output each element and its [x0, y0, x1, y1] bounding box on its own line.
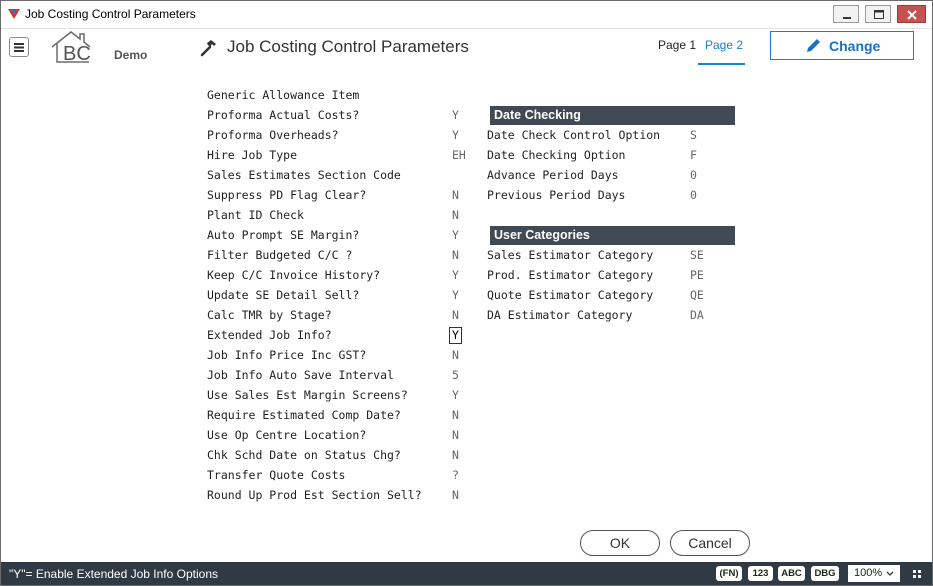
change-button[interactable]: Change: [770, 31, 914, 60]
param-value[interactable]: Y: [452, 268, 459, 282]
logo-letter-b: BC: [63, 43, 91, 65]
minimize-button[interactable]: [833, 5, 859, 23]
param-value[interactable]: 5: [452, 368, 459, 382]
app-logo-icon: [8, 9, 20, 19]
close-button[interactable]: [897, 5, 926, 23]
close-icon: [907, 10, 917, 20]
hamburger-icon: [14, 43, 24, 52]
chevron-down-icon: [886, 571, 894, 576]
param-label: Update SE Detail Sell?: [207, 288, 360, 302]
ok-button[interactable]: OK: [580, 530, 660, 556]
date-check-value[interactable]: F: [690, 148, 697, 162]
window-title: Job Costing Control Parameters: [25, 7, 196, 21]
param-value[interactable]: ?: [452, 468, 459, 482]
bc-logo: BC: [51, 31, 91, 65]
numeric-key-indicator[interactable]: 123: [748, 566, 773, 581]
status-message: "Y"= Enable Extended Job Info Options: [9, 567, 218, 581]
param-label: Plant ID Check: [207, 208, 304, 222]
param-value[interactable]: N: [452, 488, 459, 502]
debug-key-indicator[interactable]: DBG: [811, 566, 839, 581]
tab-page-1[interactable]: Page 1: [658, 38, 696, 52]
tab-page-2[interactable]: Page 2: [705, 38, 743, 52]
param-value[interactable]: N: [452, 348, 459, 362]
param-label: Round Up Prod Est Section Sell?: [207, 488, 422, 502]
param-label: Use Sales Est Margin Screens?: [207, 388, 408, 402]
param-value[interactable]: Y: [449, 327, 462, 344]
date-check-label: Previous Period Days: [487, 188, 626, 202]
pencil-icon: [807, 39, 820, 52]
maximize-button[interactable]: [865, 5, 891, 23]
date-check-value[interactable]: S: [690, 128, 697, 142]
param-label: Hire Job Type: [207, 148, 298, 162]
param-value[interactable]: Y: [452, 108, 459, 122]
user-categories-header: User Categories: [490, 226, 735, 245]
param-label: Calc TMR by Stage?: [207, 308, 332, 322]
hammer-icon: [200, 40, 216, 57]
title-bar: Job Costing Control Parameters: [1, 1, 932, 29]
param-label: Generic Allowance Item: [207, 88, 360, 102]
minimize-icon: [843, 17, 851, 19]
param-label: Job Info Auto Save Interval: [207, 368, 394, 382]
param-label: Sales Estimates Section Code: [207, 168, 401, 182]
param-value[interactable]: Y: [452, 128, 459, 142]
user-category-value[interactable]: QE: [690, 288, 704, 302]
date-checking-header: Date Checking: [490, 106, 735, 125]
param-label: Keep C/C Invoice History?: [207, 268, 381, 282]
date-check-label: Date Checking Option: [487, 148, 626, 162]
user-category-value[interactable]: PE: [690, 268, 704, 282]
user-category-label: Quote Estimator Category: [487, 288, 654, 302]
param-label: Auto Prompt SE Margin?: [207, 228, 360, 242]
user-category-label: DA Estimator Category: [487, 308, 633, 322]
maximize-icon: [874, 10, 884, 19]
zoom-value: 100%: [854, 567, 883, 579]
cancel-button[interactable]: Cancel: [670, 530, 750, 556]
param-value[interactable]: N: [452, 248, 459, 262]
user-category-label: Prod. Estimator Category: [487, 268, 654, 282]
app-header: BC Demo Job Costing Control Parameters P…: [1, 29, 932, 69]
user-category-value[interactable]: DA: [690, 308, 704, 322]
user-category-label: Sales Estimator Category: [487, 248, 654, 262]
param-label: Proforma Overheads?: [207, 128, 339, 142]
param-value[interactable]: N: [452, 208, 459, 222]
param-value[interactable]: Y: [452, 388, 459, 402]
param-label: Extended Job Info?: [207, 328, 332, 342]
zoom-select[interactable]: 100%: [848, 565, 900, 582]
param-value[interactable]: N: [452, 448, 459, 462]
active-tab-indicator: [698, 63, 745, 65]
menu-button[interactable]: [9, 37, 29, 57]
param-value[interactable]: Y: [452, 228, 459, 242]
param-value[interactable]: N: [452, 428, 459, 442]
param-label: Proforma Actual Costs?: [207, 108, 360, 122]
param-value[interactable]: Y: [452, 288, 459, 302]
param-value[interactable]: N: [452, 188, 459, 202]
param-label: Chk Schd Date on Status Chg?: [207, 448, 401, 462]
app-window: Job Costing Control Parameters BC Demo J…: [0, 0, 933, 586]
page-title: Job Costing Control Parameters: [227, 37, 469, 56]
grid-icon[interactable]: [913, 570, 921, 578]
param-label: Transfer Quote Costs: [207, 468, 346, 482]
change-button-label: Change: [829, 38, 881, 54]
param-label: Filter Budgeted C/C ?: [207, 248, 353, 262]
param-value[interactable]: N: [452, 408, 459, 422]
demo-label: Demo: [114, 48, 148, 62]
date-check-value[interactable]: 0: [690, 188, 697, 202]
status-bar: "Y"= Enable Extended Job Info Options (F…: [1, 562, 932, 585]
param-label: Suppress PD Flag Clear?: [207, 188, 367, 202]
param-label: Job Info Price Inc GST?: [207, 348, 367, 362]
date-check-label: Advance Period Days: [487, 168, 619, 182]
user-category-value[interactable]: SE: [690, 248, 704, 262]
fn-key-indicator[interactable]: (FN): [716, 566, 742, 581]
param-value[interactable]: EH: [452, 148, 466, 162]
param-label: Use Op Centre Location?: [207, 428, 367, 442]
date-check-label: Date Check Control Option: [487, 128, 661, 142]
param-value[interactable]: N: [452, 308, 459, 322]
alpha-key-indicator[interactable]: ABC: [778, 566, 805, 581]
date-check-value[interactable]: 0: [690, 168, 697, 182]
param-label: Require Estimated Comp Date?: [207, 408, 401, 422]
